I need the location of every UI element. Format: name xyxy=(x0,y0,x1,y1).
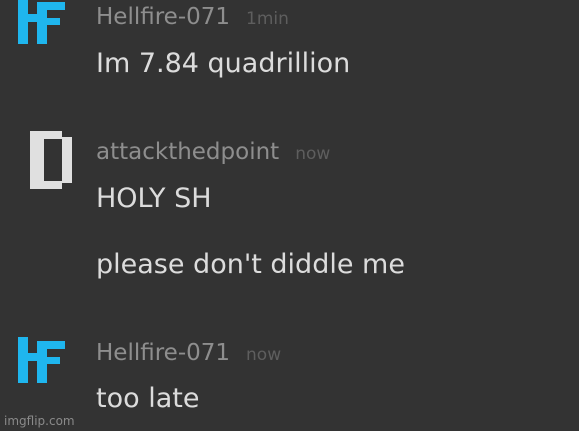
chat-message: Hellfire-071 now too late xyxy=(0,0,579,431)
timestamp: now xyxy=(246,345,282,365)
hf-logo-icon[interactable] xyxy=(17,335,65,383)
watermark: imgflip.com xyxy=(4,414,75,428)
message-text: too late xyxy=(96,383,200,414)
username-text: Hellfire-071 xyxy=(96,340,231,366)
username[interactable]: Hellfire-071 now xyxy=(96,340,281,366)
